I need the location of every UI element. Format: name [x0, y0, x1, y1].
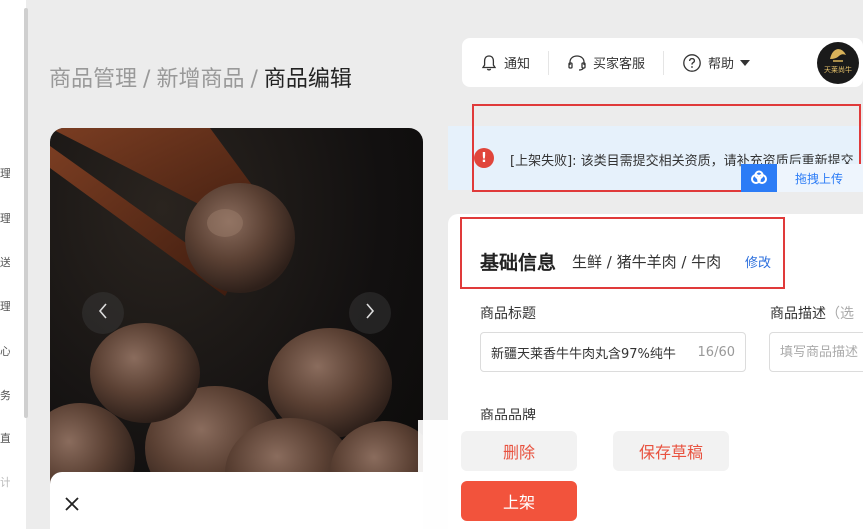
logo-icon	[830, 49, 846, 62]
close-icon	[64, 496, 80, 516]
image-next-button[interactable]	[349, 292, 391, 334]
bell-icon	[480, 54, 498, 72]
avatar[interactable]: 天莱尚牛	[817, 42, 859, 84]
sidebar-item[interactable]: 理	[0, 165, 10, 181]
help-icon	[682, 53, 702, 73]
section-title: 基础信息	[480, 252, 557, 274]
sidebar-item[interactable]: 送	[0, 254, 10, 270]
top-toolbar: 通知 买家客服 帮助 天莱尚牛	[462, 38, 863, 87]
sidebar-item[interactable]: 直	[0, 430, 10, 446]
notify-label: 通知	[504, 57, 531, 72]
help-menu[interactable]: 帮助	[663, 50, 768, 75]
publish-button[interactable]: 上架	[461, 481, 577, 521]
sidebar-item[interactable]: 理	[0, 210, 10, 226]
image-preview-footer	[50, 472, 423, 529]
help-label: 帮助	[708, 57, 735, 72]
headset-icon	[567, 54, 587, 72]
title-char-counter: 16/60	[697, 344, 735, 360]
drag-upload-label: 拖拽上传	[795, 171, 844, 186]
save-draft-button[interactable]: 保存草稿	[613, 431, 729, 471]
breadcrumb-separator: /	[143, 67, 151, 92]
breadcrumb-separator: /	[250, 67, 258, 92]
description-input[interactable]	[780, 344, 863, 360]
description-label-text: 商品描述	[770, 306, 826, 322]
image-prev-button[interactable]	[82, 292, 124, 334]
delete-button[interactable]: 删除	[461, 431, 577, 471]
description-input-wrapper	[769, 332, 863, 372]
close-button[interactable]	[62, 496, 82, 516]
chevron-left-icon	[97, 302, 109, 324]
title-label: 商品标题	[480, 306, 536, 322]
notify-button[interactable]: 通知	[462, 51, 548, 75]
customer-service-button[interactable]: 买家客服	[548, 50, 663, 75]
description-label: 商品描述（选	[770, 303, 854, 323]
breadcrumb-current: 商品编辑	[263, 67, 352, 92]
breadcrumb-item[interactable]: 新增商品	[156, 67, 244, 92]
sidebar-item[interactable]: 务	[0, 387, 10, 403]
breadcrumb-item[interactable]: 商品管理	[49, 67, 137, 92]
sidebar-scrollbar[interactable]	[24, 8, 28, 418]
title-input[interactable]	[491, 344, 692, 360]
sidebar-item[interactable]: 计	[0, 474, 10, 490]
drag-upload-button[interactable]: 拖拽上传	[741, 164, 863, 192]
description-optional-hint: （选	[826, 306, 854, 322]
chevron-right-icon	[364, 302, 376, 324]
sidebar: 理 理 送 理 心 务 直 计	[0, 0, 26, 529]
avatar-brand-text: 天莱尚牛	[824, 66, 852, 74]
customer-service-label: 买家客服	[593, 57, 646, 72]
title-input-wrapper: 16/60	[480, 332, 746, 372]
modify-category-link[interactable]: 修改	[745, 252, 771, 271]
sidebar-item[interactable]: 理	[0, 298, 10, 314]
sidebar-item[interactable]: 心	[0, 343, 10, 359]
category-path: 生鲜 / 猪牛羊肉 / 牛肉	[572, 253, 722, 271]
breadcrumb: 商品管理 / 新增商品 / 商品编辑	[49, 61, 352, 93]
caret-down-icon	[740, 59, 751, 66]
cloud-icon	[741, 164, 777, 192]
